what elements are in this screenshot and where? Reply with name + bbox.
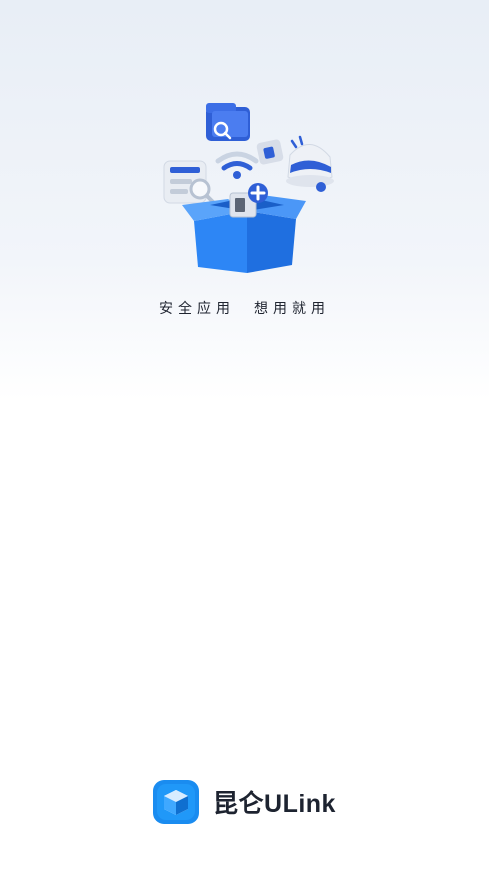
open-box-apps-illustration-icon: [163, 103, 334, 273]
folder-icon: [206, 103, 250, 141]
lock-tile-icon: [256, 139, 284, 165]
cube-logo-icon: [153, 780, 200, 824]
wifi-icon: [215, 151, 259, 179]
form-window-icon: [163, 160, 216, 205]
splash-hero: 安全应用 想用就用: [0, 0, 489, 420]
bell-icon: [286, 135, 334, 192]
splash-tagline: 安全应用 想用就用: [159, 301, 330, 317]
brand-footer: 昆仑ULink: [0, 778, 489, 826]
brand-name: 昆仑ULink: [213, 790, 336, 818]
